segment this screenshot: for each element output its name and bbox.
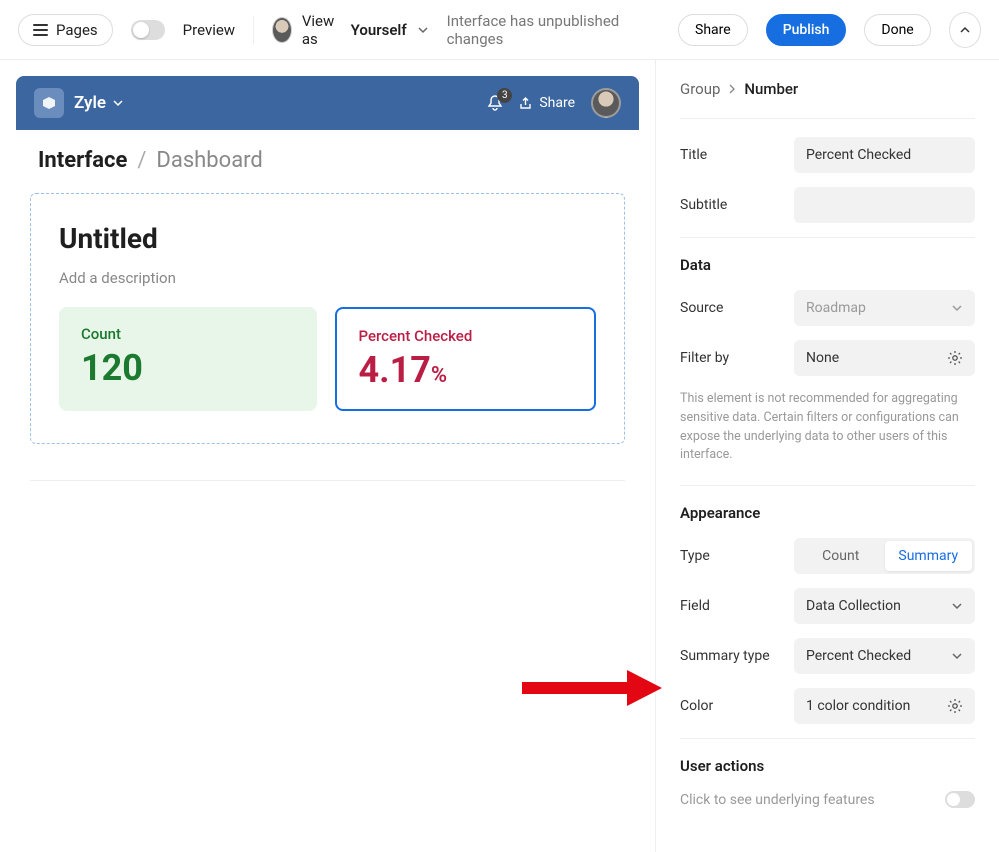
- source-select[interactable]: Roadmap: [794, 290, 975, 326]
- divider: [30, 480, 625, 481]
- breadcrumb-leaf[interactable]: Dashboard: [156, 148, 262, 173]
- avatar-icon: [272, 17, 292, 43]
- preview-toggle[interactable]: [131, 20, 165, 40]
- publish-button[interactable]: Publish: [766, 14, 847, 46]
- color-label: Color: [680, 698, 782, 714]
- summary-type-label: Summary type: [680, 648, 782, 664]
- chevron-down-icon: [417, 24, 429, 36]
- panel-bc-leaf: Number: [744, 80, 798, 98]
- notif-badge: 3: [497, 88, 512, 103]
- appearance-section-header: Appearance: [680, 504, 975, 522]
- filter-select[interactable]: None: [794, 340, 975, 376]
- type-segmented-control: Count Summary: [794, 538, 975, 574]
- share-button[interactable]: Share: [678, 14, 748, 46]
- subtitle-input[interactable]: [794, 187, 975, 223]
- filter-label: Filter by: [680, 350, 782, 366]
- field-select[interactable]: Data Collection: [794, 588, 975, 624]
- percent-value: 4.17%: [359, 349, 573, 391]
- chevron-up-icon: [959, 24, 971, 36]
- separator: [253, 16, 254, 44]
- collapse-button[interactable]: [949, 12, 981, 48]
- viewas-name: Yourself: [351, 21, 407, 39]
- breadcrumb-root[interactable]: Interface: [38, 148, 127, 173]
- chevron-down-icon: [951, 302, 963, 314]
- done-button[interactable]: Done: [864, 14, 930, 46]
- breadcrumb: Interface / Dashboard: [16, 130, 639, 183]
- panel-breadcrumb: Group Number: [680, 80, 975, 98]
- user-actions-header: User actions: [680, 757, 975, 775]
- app-header: Zyle 3 Share: [16, 76, 639, 130]
- breadcrumb-sep: /: [137, 148, 146, 173]
- user-action-label: Click to see underlying features: [680, 792, 875, 808]
- summary-type-select[interactable]: Percent Checked: [794, 638, 975, 674]
- chevron-down-icon: [951, 600, 963, 612]
- properties-panel: Group Number Title Percent Checked Subti…: [655, 60, 999, 852]
- notifications-button[interactable]: 3: [486, 94, 504, 112]
- dashboard-title[interactable]: Untitled: [59, 222, 596, 255]
- dashboard-description[interactable]: Add a description: [59, 269, 596, 287]
- canvas: Zyle 3 Share Interface / Dashboard Untit…: [0, 60, 655, 852]
- gear-icon: [947, 698, 963, 714]
- color-condition-button[interactable]: 1 color condition: [794, 688, 975, 724]
- chevron-right-icon: [728, 84, 736, 94]
- app-share-label: Share: [539, 95, 575, 111]
- dashboard-container[interactable]: Untitled Add a description Count 120 Per…: [30, 193, 625, 444]
- chevron-down-icon: [951, 650, 963, 662]
- status-text: Interface has unpublished changes: [447, 12, 654, 48]
- panel-bc-parent[interactable]: Group: [680, 80, 720, 98]
- count-label: Count: [81, 325, 295, 343]
- viewas-prefix: View as: [302, 12, 341, 48]
- count-card[interactable]: Count 120: [59, 307, 317, 411]
- share-icon: [518, 96, 533, 111]
- app-logo-icon: [34, 88, 64, 118]
- chevron-down-icon[interactable]: [112, 97, 124, 109]
- title-input[interactable]: Percent Checked: [794, 137, 975, 173]
- app-share-button[interactable]: Share: [518, 95, 575, 111]
- gear-icon: [947, 350, 963, 366]
- data-warning-note: This element is not recommended for aggr…: [680, 390, 975, 465]
- data-section-header: Data: [680, 256, 975, 274]
- percent-checked-card[interactable]: Percent Checked 4.17%: [335, 307, 597, 411]
- count-value: 120: [81, 347, 295, 389]
- user-avatar[interactable]: [591, 88, 621, 118]
- type-option-summary[interactable]: Summary: [885, 541, 973, 571]
- pages-button[interactable]: Pages: [18, 14, 113, 46]
- type-label: Type: [680, 548, 782, 564]
- user-action-toggle[interactable]: [945, 791, 975, 808]
- field-label: Field: [680, 598, 782, 614]
- subtitle-field-label: Subtitle: [680, 197, 782, 213]
- pages-label: Pages: [56, 21, 98, 39]
- topbar: Pages Preview View as Yourself Interface…: [0, 0, 999, 60]
- view-as-control[interactable]: View as Yourself: [272, 12, 429, 48]
- type-option-count[interactable]: Count: [797, 541, 885, 571]
- preview-label: Preview: [183, 21, 235, 39]
- app-name: Zyle: [74, 93, 106, 113]
- hamburger-icon: [33, 24, 48, 36]
- title-field-label: Title: [680, 147, 782, 163]
- source-label: Source: [680, 300, 782, 316]
- percent-label: Percent Checked: [359, 327, 573, 345]
